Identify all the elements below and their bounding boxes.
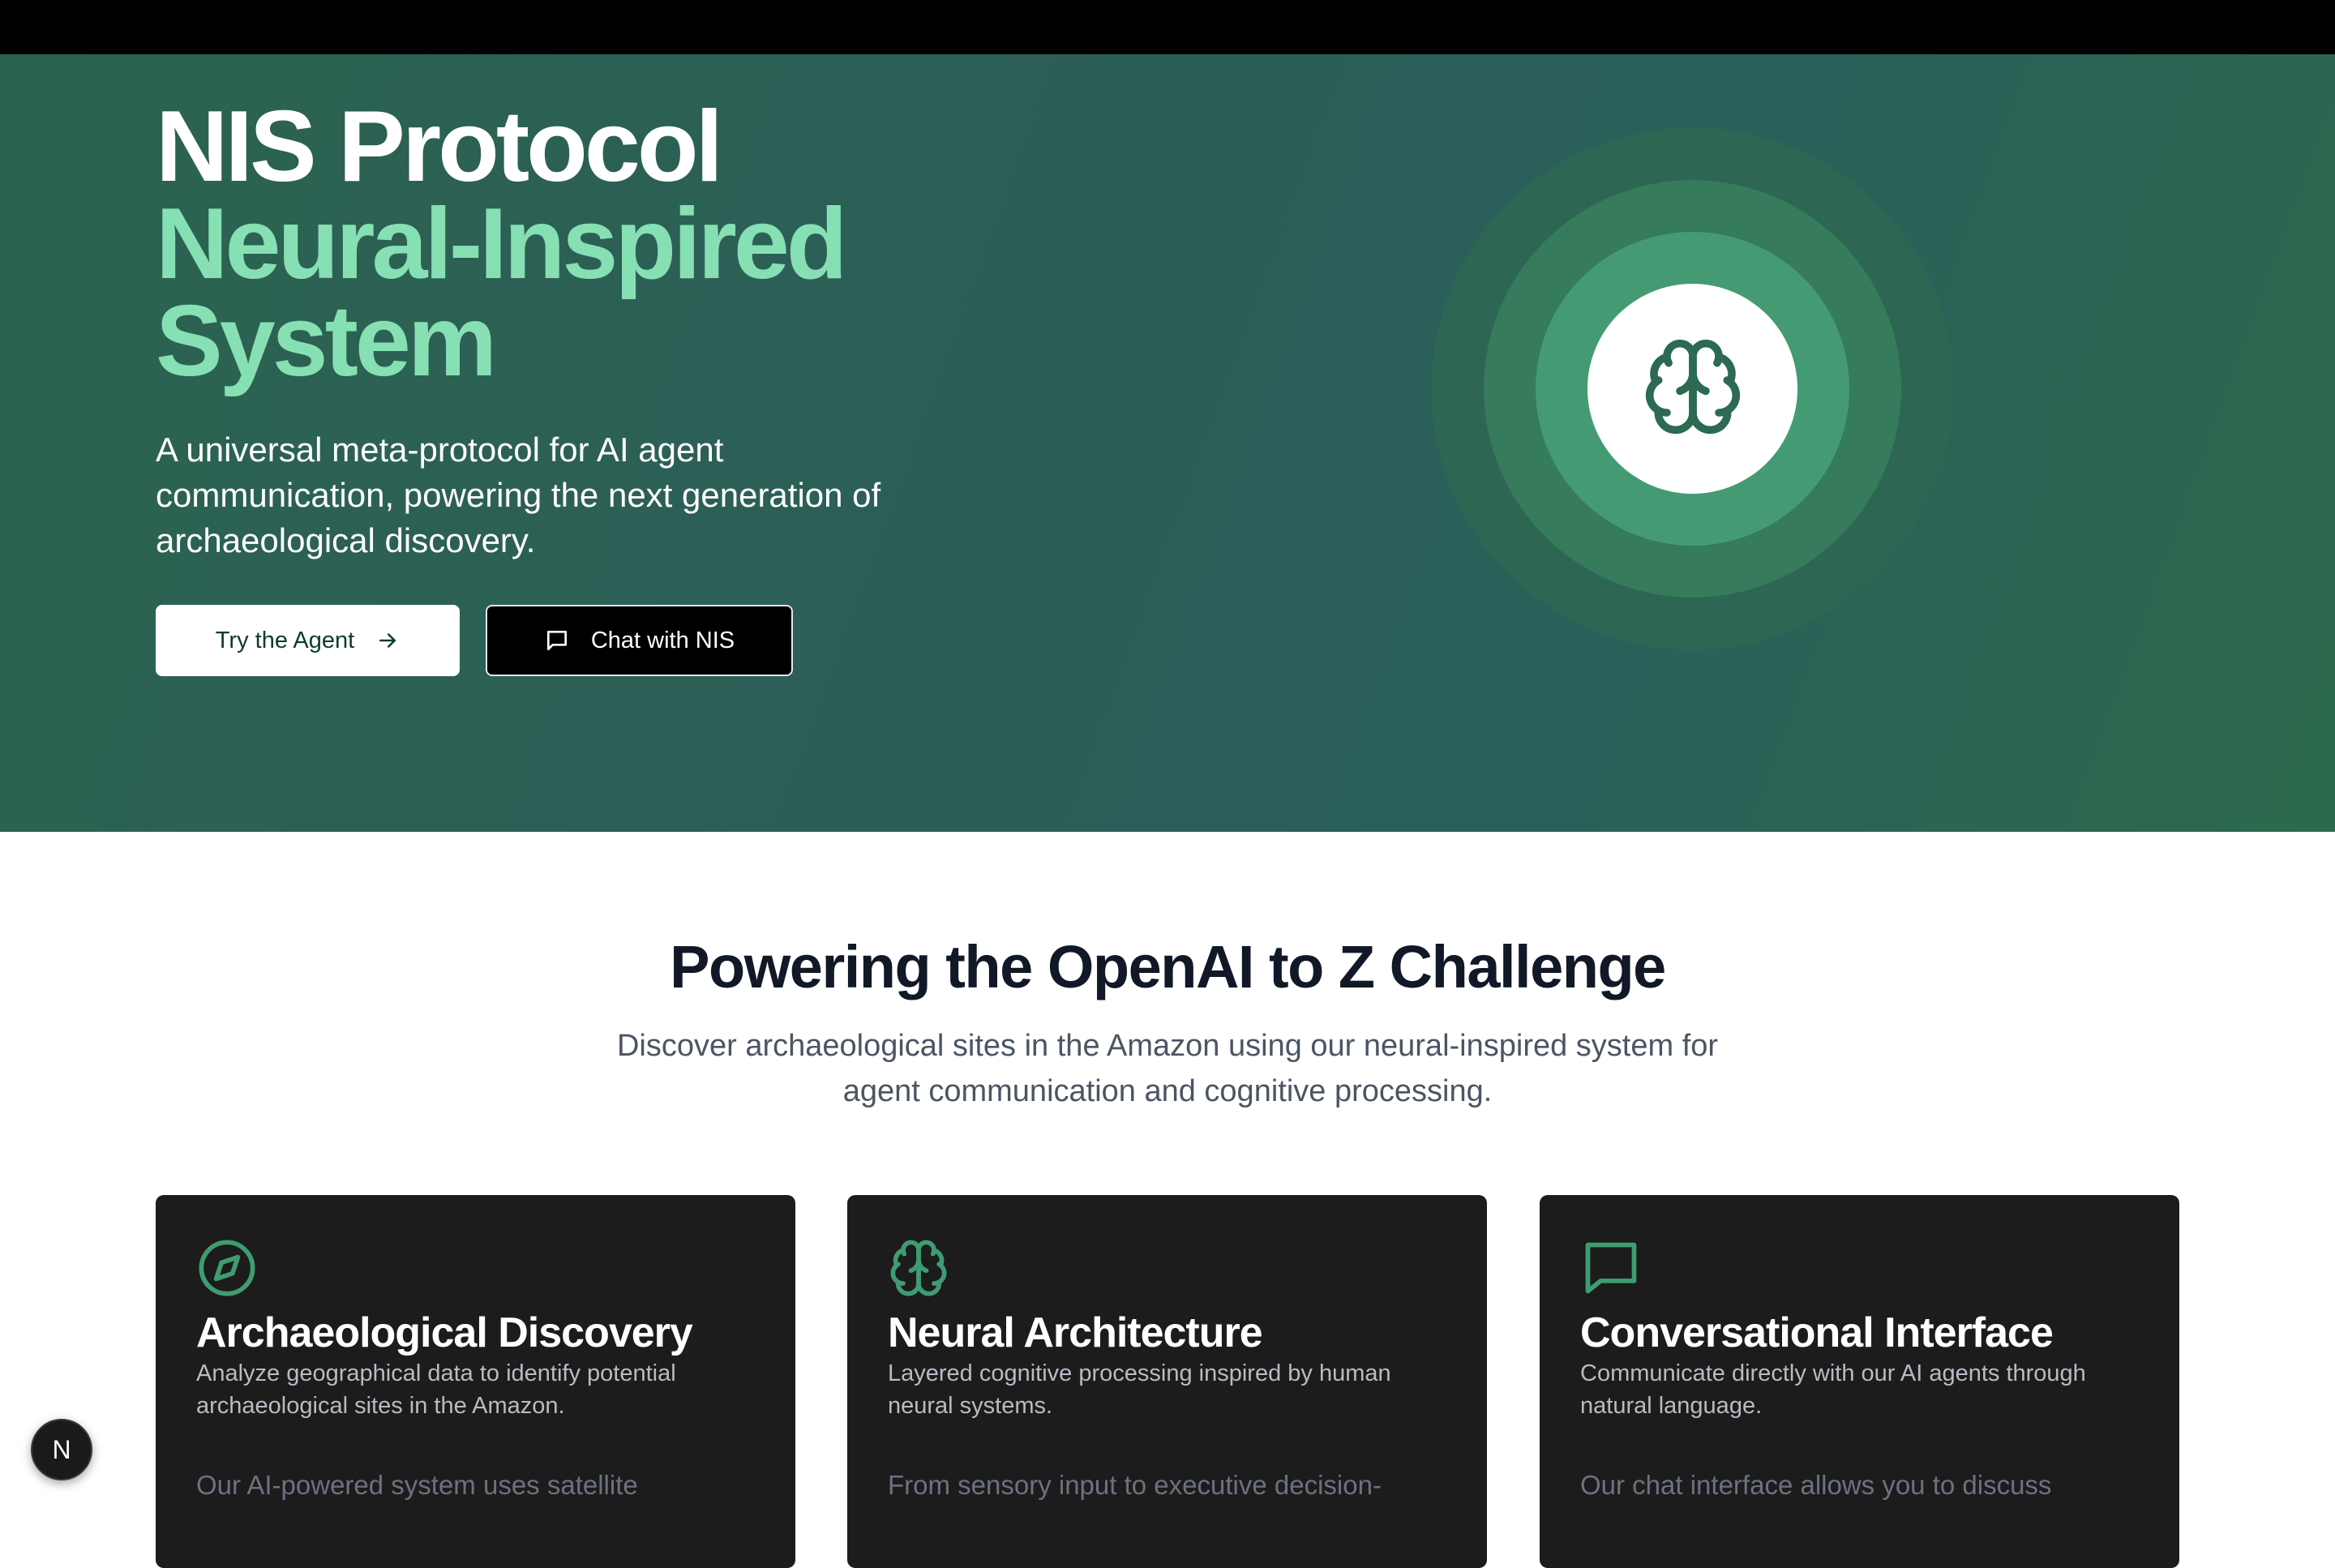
- emblem-core: [1587, 284, 1797, 494]
- chat-bubble-icon: [544, 628, 570, 653]
- arrow-right-icon: [375, 628, 400, 653]
- brain-emblem: [1431, 127, 1954, 650]
- section-subtitle: Discover archaeological sites in the Ama…: [616, 1029, 1719, 1108]
- card-title: Conversational Interface: [1580, 1309, 2054, 1356]
- card-title: Neural Architecture: [888, 1309, 1263, 1356]
- chat-with-nis-button[interactable]: Chat with NIS: [486, 605, 793, 676]
- brain-icon: [1641, 335, 1745, 443]
- hero-title-line-3: System: [156, 285, 497, 397]
- card-description: Analyze geographical data to identify po…: [196, 1360, 676, 1419]
- card-description: Communicate directly with our AI agents …: [1580, 1360, 2086, 1419]
- hero-title: NIS Protocol Neural-Inspired System: [156, 91, 848, 397]
- hero-title-line-2: Neural-Inspired: [156, 188, 848, 300]
- section-title: Powering the OpenAI to Z Challenge: [670, 933, 1666, 1000]
- brain-icon: [888, 1237, 949, 1299]
- card-title: Archaeological Discovery: [196, 1309, 693, 1356]
- card-body: Our chat interface allows you to discuss: [1580, 1470, 2052, 1500]
- hero-subtitle: A universal meta-protocol for AI agent c…: [156, 431, 881, 559]
- chat-bubble-icon: [1580, 1237, 1642, 1299]
- feature-card-neural-architecture: Neural Architecture Layered cognitive pr…: [847, 1195, 1487, 1568]
- compass-icon: [196, 1237, 258, 1299]
- hero-section: NIS Protocol Neural-Inspired System A un…: [0, 54, 2335, 832]
- top-black-bar: [0, 0, 2335, 54]
- card-description: Layered cognitive processing inspired by…: [888, 1360, 1391, 1419]
- nextjs-dev-badge[interactable]: N: [31, 1419, 92, 1480]
- card-body: Our AI-powered system uses satellite: [196, 1470, 638, 1500]
- nextjs-logo-icon: N: [52, 1434, 71, 1464]
- feature-card-archaeological-discovery: Archaeological Discovery Analyze geograp…: [156, 1195, 795, 1568]
- try-agent-label: Try the Agent: [215, 627, 355, 653]
- hero-title-line-1: NIS Protocol: [156, 91, 723, 203]
- card-body: From sensory input to executive decision…: [888, 1470, 1382, 1500]
- feature-card-conversational-interface: Conversational Interface Communicate dir…: [1540, 1195, 2179, 1568]
- try-agent-button[interactable]: Try the Agent: [156, 605, 460, 676]
- chat-with-nis-label: Chat with NIS: [590, 627, 735, 653]
